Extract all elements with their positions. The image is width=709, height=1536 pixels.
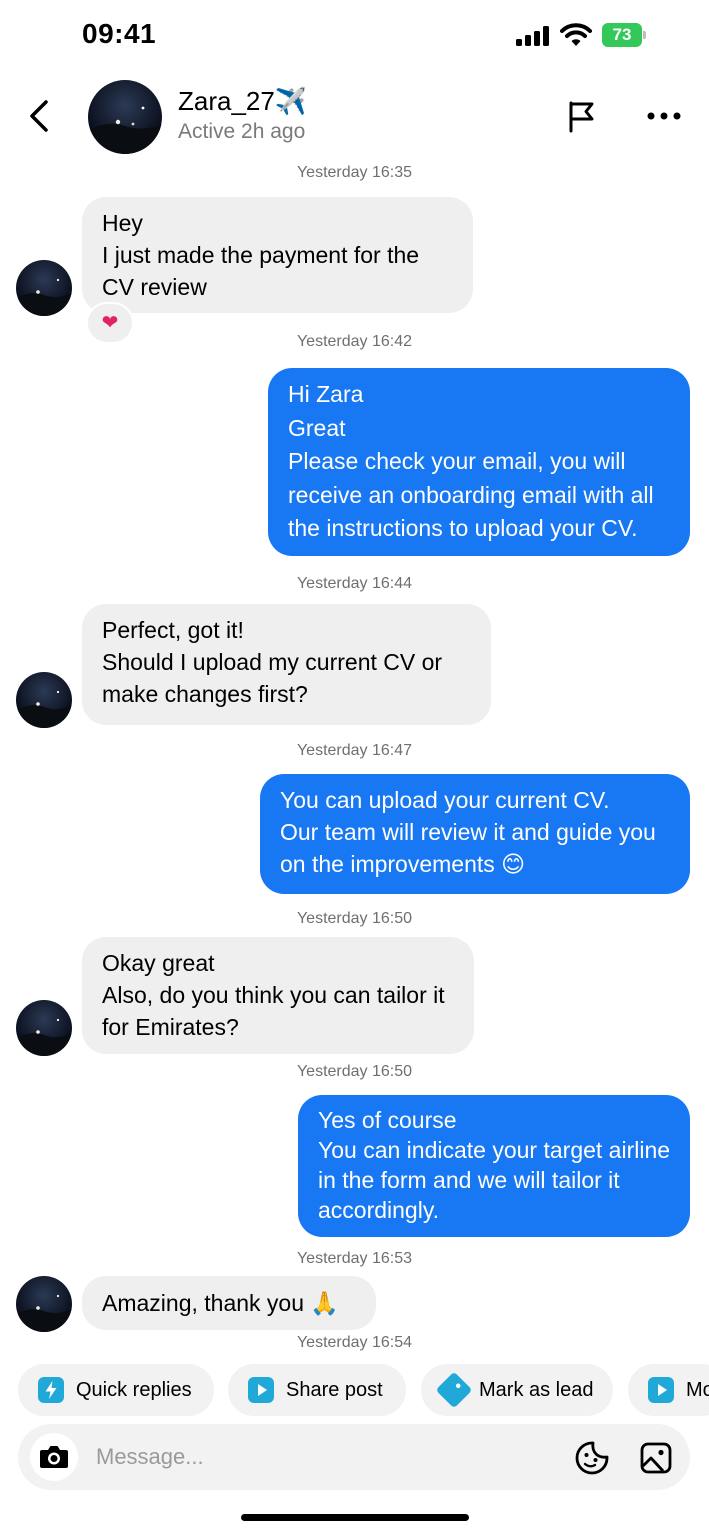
- flag-button[interactable]: [563, 98, 599, 134]
- outgoing-message[interactable]: Hi Zara Great Please check your email, y…: [268, 368, 690, 556]
- message-timestamp: Yesterday 16:47: [296, 742, 413, 759]
- chat-header: Zara_27✈️ Active 2h ago: [0, 72, 709, 162]
- incoming-message[interactable]: Hey I just made the payment for the CV r…: [82, 197, 473, 313]
- more-options-button[interactable]: [643, 98, 683, 134]
- flag-icon: [569, 101, 594, 133]
- avatar-image: [16, 1276, 72, 1332]
- plane-emoji: ✈️: [274, 86, 308, 116]
- incoming-message[interactable]: Amazing, thank you 🙏: [82, 1276, 376, 1330]
- contact-status: Active 2h ago: [178, 120, 306, 143]
- contact-avatar[interactable]: [88, 80, 162, 154]
- back-icon: [30, 100, 48, 132]
- message-timestamp: Yesterday 16:53: [296, 1250, 413, 1267]
- back-button[interactable]: [22, 96, 58, 136]
- message-composer: [18, 1424, 690, 1490]
- gallery-button[interactable]: [638, 1440, 674, 1476]
- message-timestamp: Yesterday 16:35: [296, 164, 413, 181]
- message-input[interactable]: [96, 1424, 516, 1490]
- quick-replies-button[interactable]: Quick replies: [18, 1364, 214, 1416]
- message-timestamp: Yesterday 16:44: [296, 575, 413, 592]
- outgoing-message[interactable]: Yes of course You can indicate your targ…: [298, 1095, 690, 1237]
- incoming-message[interactable]: Perfect, got it! Should I upload my curr…: [82, 604, 491, 725]
- sticker-icon: [575, 1441, 609, 1475]
- share-post-button[interactable]: Share post: [228, 1364, 406, 1416]
- message-timestamp: Yesterday 16:42: [296, 333, 413, 350]
- battery-level: 73: [602, 23, 642, 47]
- outgoing-message[interactable]: You can upload your current CV. Our team…: [260, 774, 690, 894]
- lightning-icon: [38, 1377, 64, 1403]
- more-actions-button[interactable]: Mo: [628, 1364, 709, 1416]
- sender-avatar[interactable]: [16, 1000, 72, 1056]
- contact-name: Zara_27✈️: [178, 86, 308, 116]
- camera-button[interactable]: [30, 1433, 78, 1481]
- avatar-image: [16, 260, 72, 316]
- mark-as-lead-button[interactable]: Mark as lead: [421, 1364, 613, 1416]
- message-timestamp: Yesterday 16:50: [296, 910, 413, 927]
- battery-icon: 73: [602, 23, 646, 47]
- more-icon: [647, 112, 681, 120]
- play-icon: [648, 1377, 674, 1403]
- play-icon: [248, 1377, 274, 1403]
- sticker-button[interactable]: [574, 1440, 610, 1476]
- message-timestamp: Yesterday 16:54: [296, 1334, 413, 1351]
- sender-avatar[interactable]: [16, 1276, 72, 1332]
- home-indicator: [241, 1514, 469, 1521]
- incoming-message[interactable]: Okay great Also, do you think you can ta…: [82, 937, 474, 1054]
- tag-icon: [435, 1371, 473, 1409]
- wifi-icon: [560, 22, 592, 48]
- quick-actions-bar: Quick replies Share post Mark as lead Mo: [0, 1362, 709, 1418]
- gallery-icon: [640, 1442, 672, 1474]
- sender-avatar[interactable]: [16, 672, 72, 728]
- sender-avatar[interactable]: [16, 260, 72, 316]
- camera-icon: [40, 1446, 68, 1468]
- signal-icon: [516, 26, 550, 46]
- avatar-image: [16, 672, 72, 728]
- avatar-image: [16, 1000, 72, 1056]
- status-time: 09:41: [82, 18, 157, 49]
- avatar-image: [88, 80, 162, 154]
- message-timestamp: Yesterday 16:50: [296, 1063, 413, 1080]
- status-bar: 09:41 73: [0, 0, 709, 72]
